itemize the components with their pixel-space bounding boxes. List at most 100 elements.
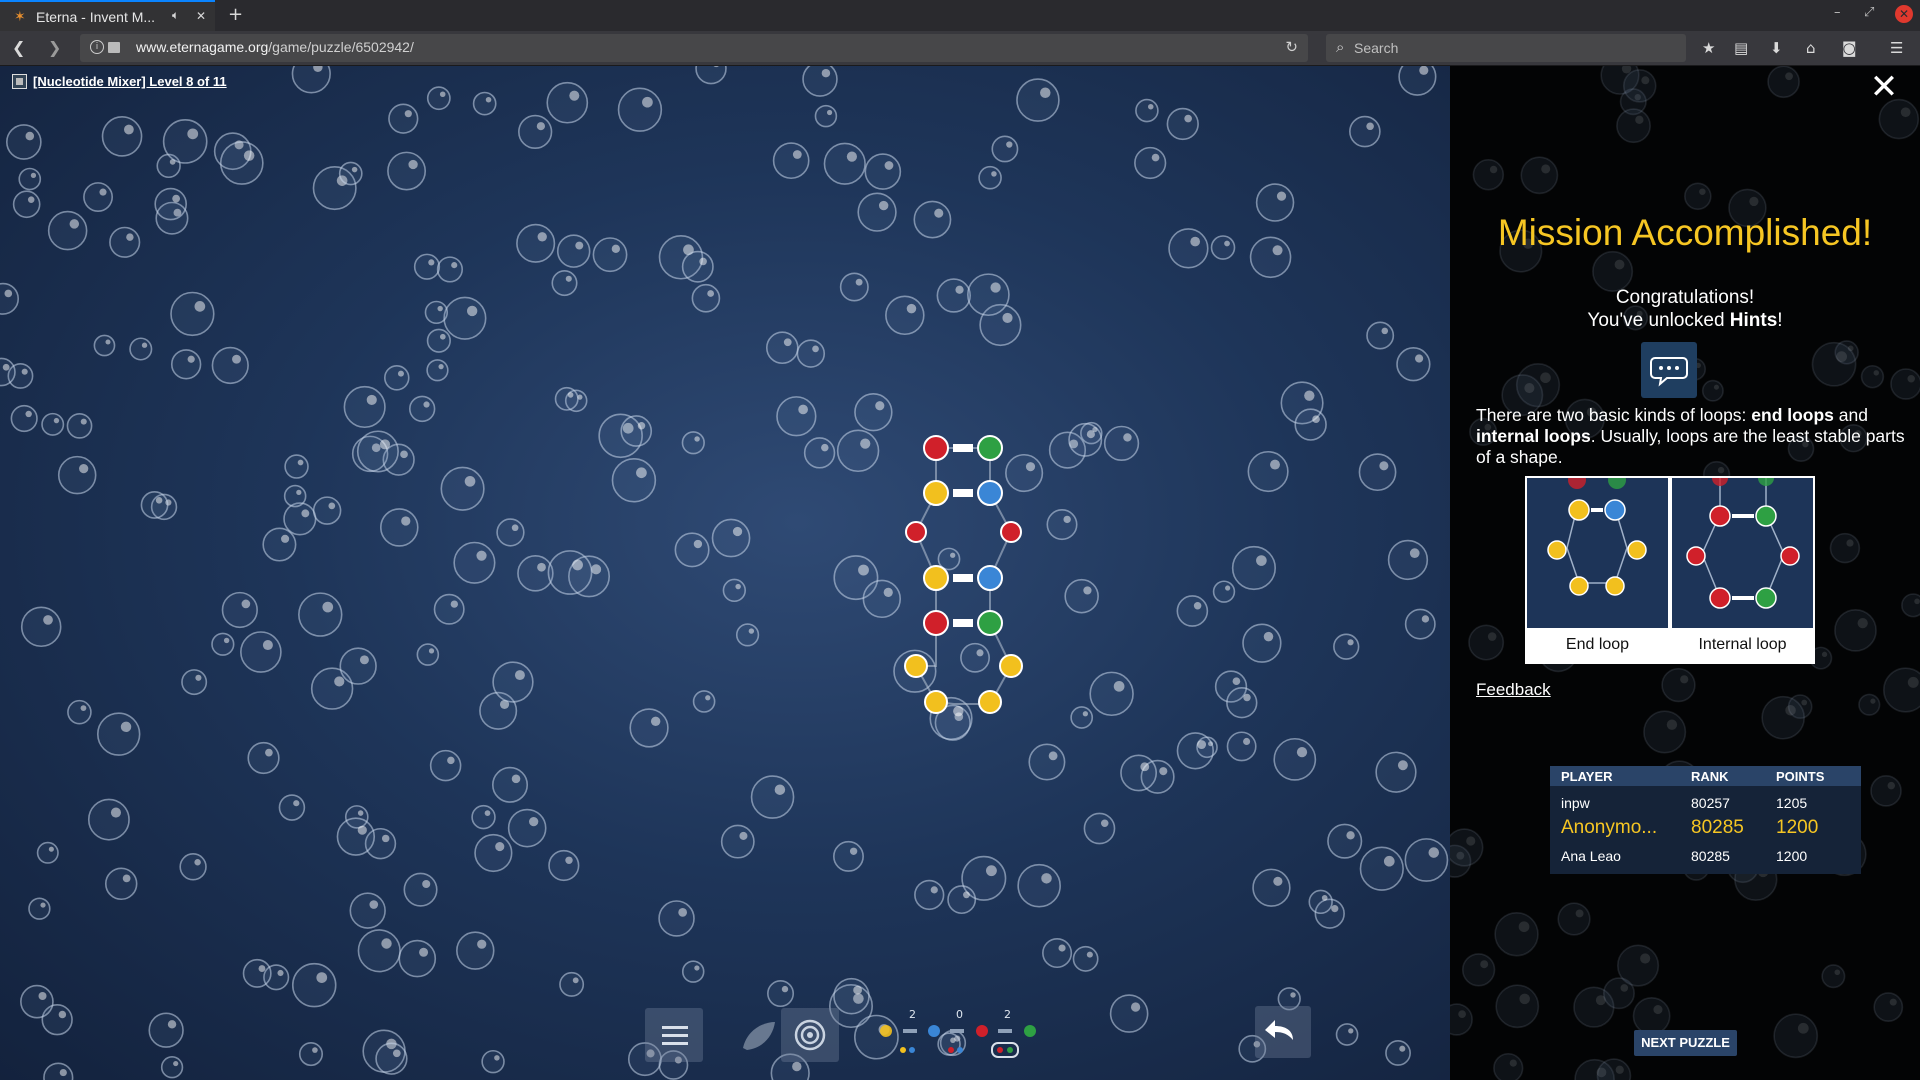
tab-close-icon[interactable]: ✕ xyxy=(196,9,206,23)
downloads-icon[interactable]: ⬇ xyxy=(1770,39,1783,57)
header-points: POINTS xyxy=(1776,769,1825,784)
pair-selector[interactable]: 2 0 2 xyxy=(870,1006,1055,1062)
bubble xyxy=(1761,695,1806,740)
leaderboard-row-current-player: Anonymo... 80285 1200 xyxy=(1550,817,1861,841)
internal-loop-image xyxy=(1672,470,1813,628)
bubble xyxy=(1821,964,1846,989)
end-loop-image xyxy=(1527,471,1668,628)
tab-title: Eterna - Invent M... xyxy=(36,8,156,25)
url-bar[interactable]: i www.eternagame.org/game/puzzle/6502942… xyxy=(80,34,1308,62)
row-rank: 80257 xyxy=(1691,795,1730,811)
row-player: Ana Leao xyxy=(1561,848,1621,864)
bubble xyxy=(1622,69,1657,103)
search-icon: ⌕ xyxy=(1336,38,1345,56)
nucleotide-base xyxy=(923,565,949,591)
bubble xyxy=(1811,341,1857,387)
home-icon[interactable]: ⌂ xyxy=(1806,39,1816,57)
bubble xyxy=(1858,693,1881,716)
window-close-button[interactable]: ✕ xyxy=(1895,5,1913,23)
nucleotide-base xyxy=(904,654,928,678)
eterna-favicon-icon: ✶ xyxy=(14,8,26,25)
search-input[interactable] xyxy=(1354,38,1654,58)
rna-bases[interactable] xyxy=(904,435,1023,714)
base-pair-bond xyxy=(953,574,973,582)
leaderboard-row: Ana Leao 80285 1200 xyxy=(1550,848,1861,872)
restore-icon[interactable]: ⤢ xyxy=(1864,5,1874,20)
library-icon[interactable]: ▤ xyxy=(1734,39,1748,57)
next-puzzle-button[interactable]: NEXT PUZZLE xyxy=(1634,1030,1737,1056)
reload-icon[interactable]: ↻ xyxy=(1285,38,1298,56)
level-link[interactable]: [Nucleotide Mixer] Level 8 of 11 xyxy=(12,74,227,89)
bubble xyxy=(1494,911,1539,957)
target-icon xyxy=(794,1019,826,1051)
bubble xyxy=(1616,944,1660,987)
bubble xyxy=(1461,953,1496,987)
bookmark-star-icon[interactable]: ★ xyxy=(1702,39,1715,57)
nucleotide-base xyxy=(923,480,949,506)
hamburger-icon xyxy=(662,1026,688,1045)
level-label[interactable]: [Nucleotide Mixer] Level 8 of 11 xyxy=(33,74,227,89)
natural-mode-button[interactable] xyxy=(729,1008,787,1062)
nucleotide-base xyxy=(977,610,1003,636)
bubble xyxy=(1834,608,1877,652)
bubble xyxy=(1901,593,1920,618)
pocket-icon[interactable]: ◙ xyxy=(1842,39,1857,57)
bubble xyxy=(1860,364,1885,389)
game-canvas[interactable]: [Nucleotide Mixer] Level 8 of 11 2 0 2 xyxy=(0,66,1450,1080)
row-player: Anonymo... xyxy=(1561,817,1658,838)
bubble xyxy=(1882,667,1920,713)
hint-icon xyxy=(1641,342,1697,398)
search-bar[interactable]: ⌕ xyxy=(1326,34,1686,62)
leaderboard-header: PLAYER RANK POINTS xyxy=(1550,766,1861,786)
target-mode-button[interactable] xyxy=(781,1008,839,1062)
base-pair-bond xyxy=(953,619,973,627)
pair-count-gu: 2 xyxy=(909,1008,916,1021)
rna-structure[interactable] xyxy=(0,66,1450,1080)
congrats-line-1: Congratulations! xyxy=(1615,287,1755,308)
bubble xyxy=(1773,1013,1819,1059)
back-button[interactable]: ❮ xyxy=(12,38,25,57)
panel-close-icon[interactable]: ✕ xyxy=(1868,70,1900,104)
bubble xyxy=(1520,156,1559,195)
row-points: 1200 xyxy=(1776,848,1808,864)
bubble xyxy=(1767,66,1800,99)
nucleotide-base xyxy=(923,610,949,636)
leaf-icon xyxy=(743,1022,775,1050)
bubble xyxy=(1616,108,1651,144)
congratulations-text: Congratulations! You've unlocked Hints! xyxy=(1450,286,1920,332)
bubble xyxy=(1495,984,1540,1029)
tab-strip: ✶ Eterna - Invent M... 🔈︎ ✕ + – ⤢ ✕ xyxy=(0,0,1920,31)
bubble xyxy=(1632,996,1671,1035)
bubble xyxy=(1493,1052,1524,1080)
url-text[interactable]: www.eternagame.org/game/puzzle/6502942/ xyxy=(136,39,414,55)
forward-button[interactable]: ❯ xyxy=(48,38,61,57)
browser-tab[interactable]: ✶ Eterna - Invent M... 🔈︎ ✕ xyxy=(0,0,215,31)
pair-count-au: 0 xyxy=(956,1008,963,1021)
nucleotide-base xyxy=(977,565,1003,591)
base-pair-bond xyxy=(953,444,973,452)
nucleotide-base xyxy=(977,435,1003,461)
pair-count-gc: 2 xyxy=(1004,1008,1011,1021)
base-pair-bond xyxy=(953,489,973,497)
bubble xyxy=(1829,532,1861,564)
undo-button[interactable] xyxy=(1255,1006,1311,1058)
mission-heading: Mission Accomplished! xyxy=(1497,212,1873,253)
row-points: 1200 xyxy=(1776,817,1819,838)
speaker-icon[interactable]: 🔈︎ xyxy=(172,8,179,23)
mission-panel: ✕ Mission Accomplished! Congratulations!… xyxy=(1450,66,1920,1080)
row-points: 1205 xyxy=(1776,795,1808,811)
site-info-icon[interactable]: i xyxy=(90,40,104,54)
game-menu-button[interactable] xyxy=(645,1008,703,1062)
bubble xyxy=(1643,710,1687,754)
loop-figure: End loop Internal loop xyxy=(1525,470,1815,664)
minimize-icon[interactable]: – xyxy=(1834,5,1841,20)
congrats-line-2: You've unlocked Hints! xyxy=(1587,310,1783,331)
nucleotide-base xyxy=(1000,521,1022,543)
menu-icon[interactable]: ☰ xyxy=(1890,39,1903,57)
bubble xyxy=(1870,775,1902,807)
header-rank: RANK xyxy=(1691,769,1729,784)
feedback-link[interactable]: Feedback xyxy=(1476,680,1551,700)
bubble xyxy=(1661,667,1696,703)
new-tab-button[interactable]: + xyxy=(228,4,243,25)
nucleotide-base xyxy=(905,521,927,543)
